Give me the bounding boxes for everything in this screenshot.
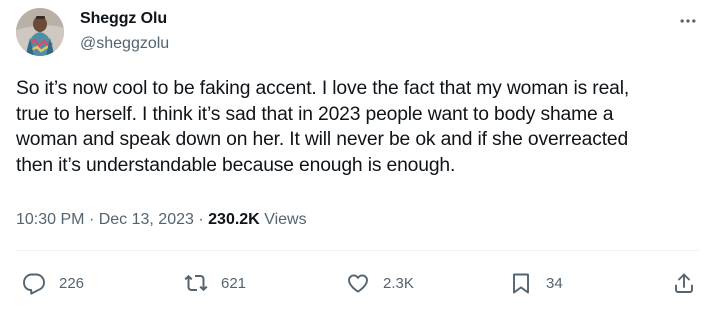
- tweet-time[interactable]: 10:30 PM: [16, 211, 84, 228]
- views-label: Views: [264, 211, 307, 228]
- more-icon: [680, 19, 696, 23]
- tweet-card: Sheggz Olu @sheggzolu So it’s now cool t…: [0, 0, 715, 321]
- bookmark-button[interactable]: 34: [509, 266, 563, 300]
- tweet-text: So it’s now cool to be faking accent. I …: [16, 76, 706, 178]
- retweet-count: 621: [221, 274, 247, 292]
- tweet-text-line: then it’s understandable because enough …: [16, 154, 456, 176]
- tweet-text-line: So it’s now cool to be faking accent. I …: [16, 78, 630, 99]
- meta-separator: ·: [88, 211, 99, 228]
- action-bar: 226 621 2.3K 34: [0, 266, 715, 300]
- retweet-button[interactable]: 621: [184, 266, 246, 300]
- reply-icon: [23, 273, 45, 295]
- bookmark-icon: [513, 273, 529, 294]
- tweet-text-line: woman and speak down on her. It will nev…: [16, 129, 629, 151]
- like-icon: [348, 274, 368, 293]
- more-options-button[interactable]: [675, 8, 701, 34]
- author-name[interactable]: Sheggz Olu: [80, 10, 167, 28]
- avatar-image: [16, 8, 64, 56]
- views-count: 230.2K: [208, 211, 260, 228]
- tweet-meta: 10:30 PM · Dec 13, 2023 · 230.2K Views: [16, 211, 307, 229]
- tweet-text-line: true to herself. I think it’s sad that i…: [16, 103, 614, 125]
- bookmark-count: 34: [546, 274, 563, 292]
- share-icon: [675, 273, 693, 293]
- divider: [16, 250, 699, 251]
- like-count: 2.3K: [383, 274, 414, 292]
- avatar[interactable]: [16, 8, 64, 56]
- retweet-icon: [184, 274, 208, 292]
- reply-count: 226: [59, 274, 85, 292]
- tweet-date[interactable]: Dec 13, 2023: [99, 211, 194, 228]
- share-button[interactable]: [672, 266, 696, 300]
- author-handle[interactable]: @sheggzolu: [80, 35, 169, 53]
- like-button[interactable]: 2.3K: [346, 266, 414, 300]
- meta-separator: ·: [198, 211, 209, 228]
- reply-button[interactable]: 226: [22, 266, 84, 300]
